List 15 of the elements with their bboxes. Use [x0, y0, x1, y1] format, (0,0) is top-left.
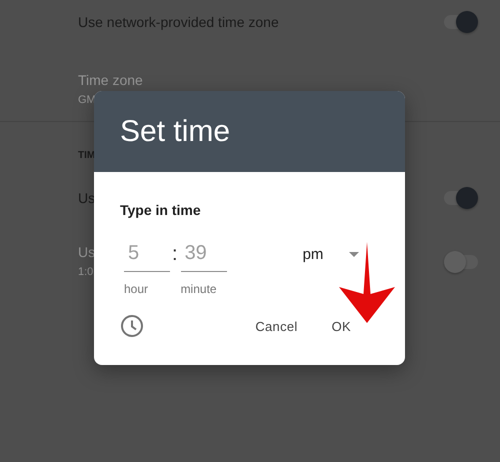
toggle-switch[interactable] — [444, 187, 478, 209]
time-separator: : — [171, 242, 179, 266]
setting-summary: 1:0 — [78, 265, 94, 280]
prompt-label: Type in time — [120, 202, 201, 218]
ok-button[interactable]: OK — [330, 314, 353, 338]
field-label: minute — [180, 282, 217, 296]
field-label: hour — [124, 282, 148, 296]
setting-title: Time zone — [78, 71, 143, 90]
caret-icon — [349, 252, 360, 257]
period-dropdown[interactable]: pm — [300, 246, 362, 263]
cancel-button[interactable]: Cancel — [253, 314, 300, 338]
clock-icon[interactable] — [120, 314, 144, 338]
setting-title: Us — [78, 243, 96, 262]
dialog-title: Set time — [120, 114, 230, 148]
toggle-switch[interactable] — [444, 11, 478, 33]
